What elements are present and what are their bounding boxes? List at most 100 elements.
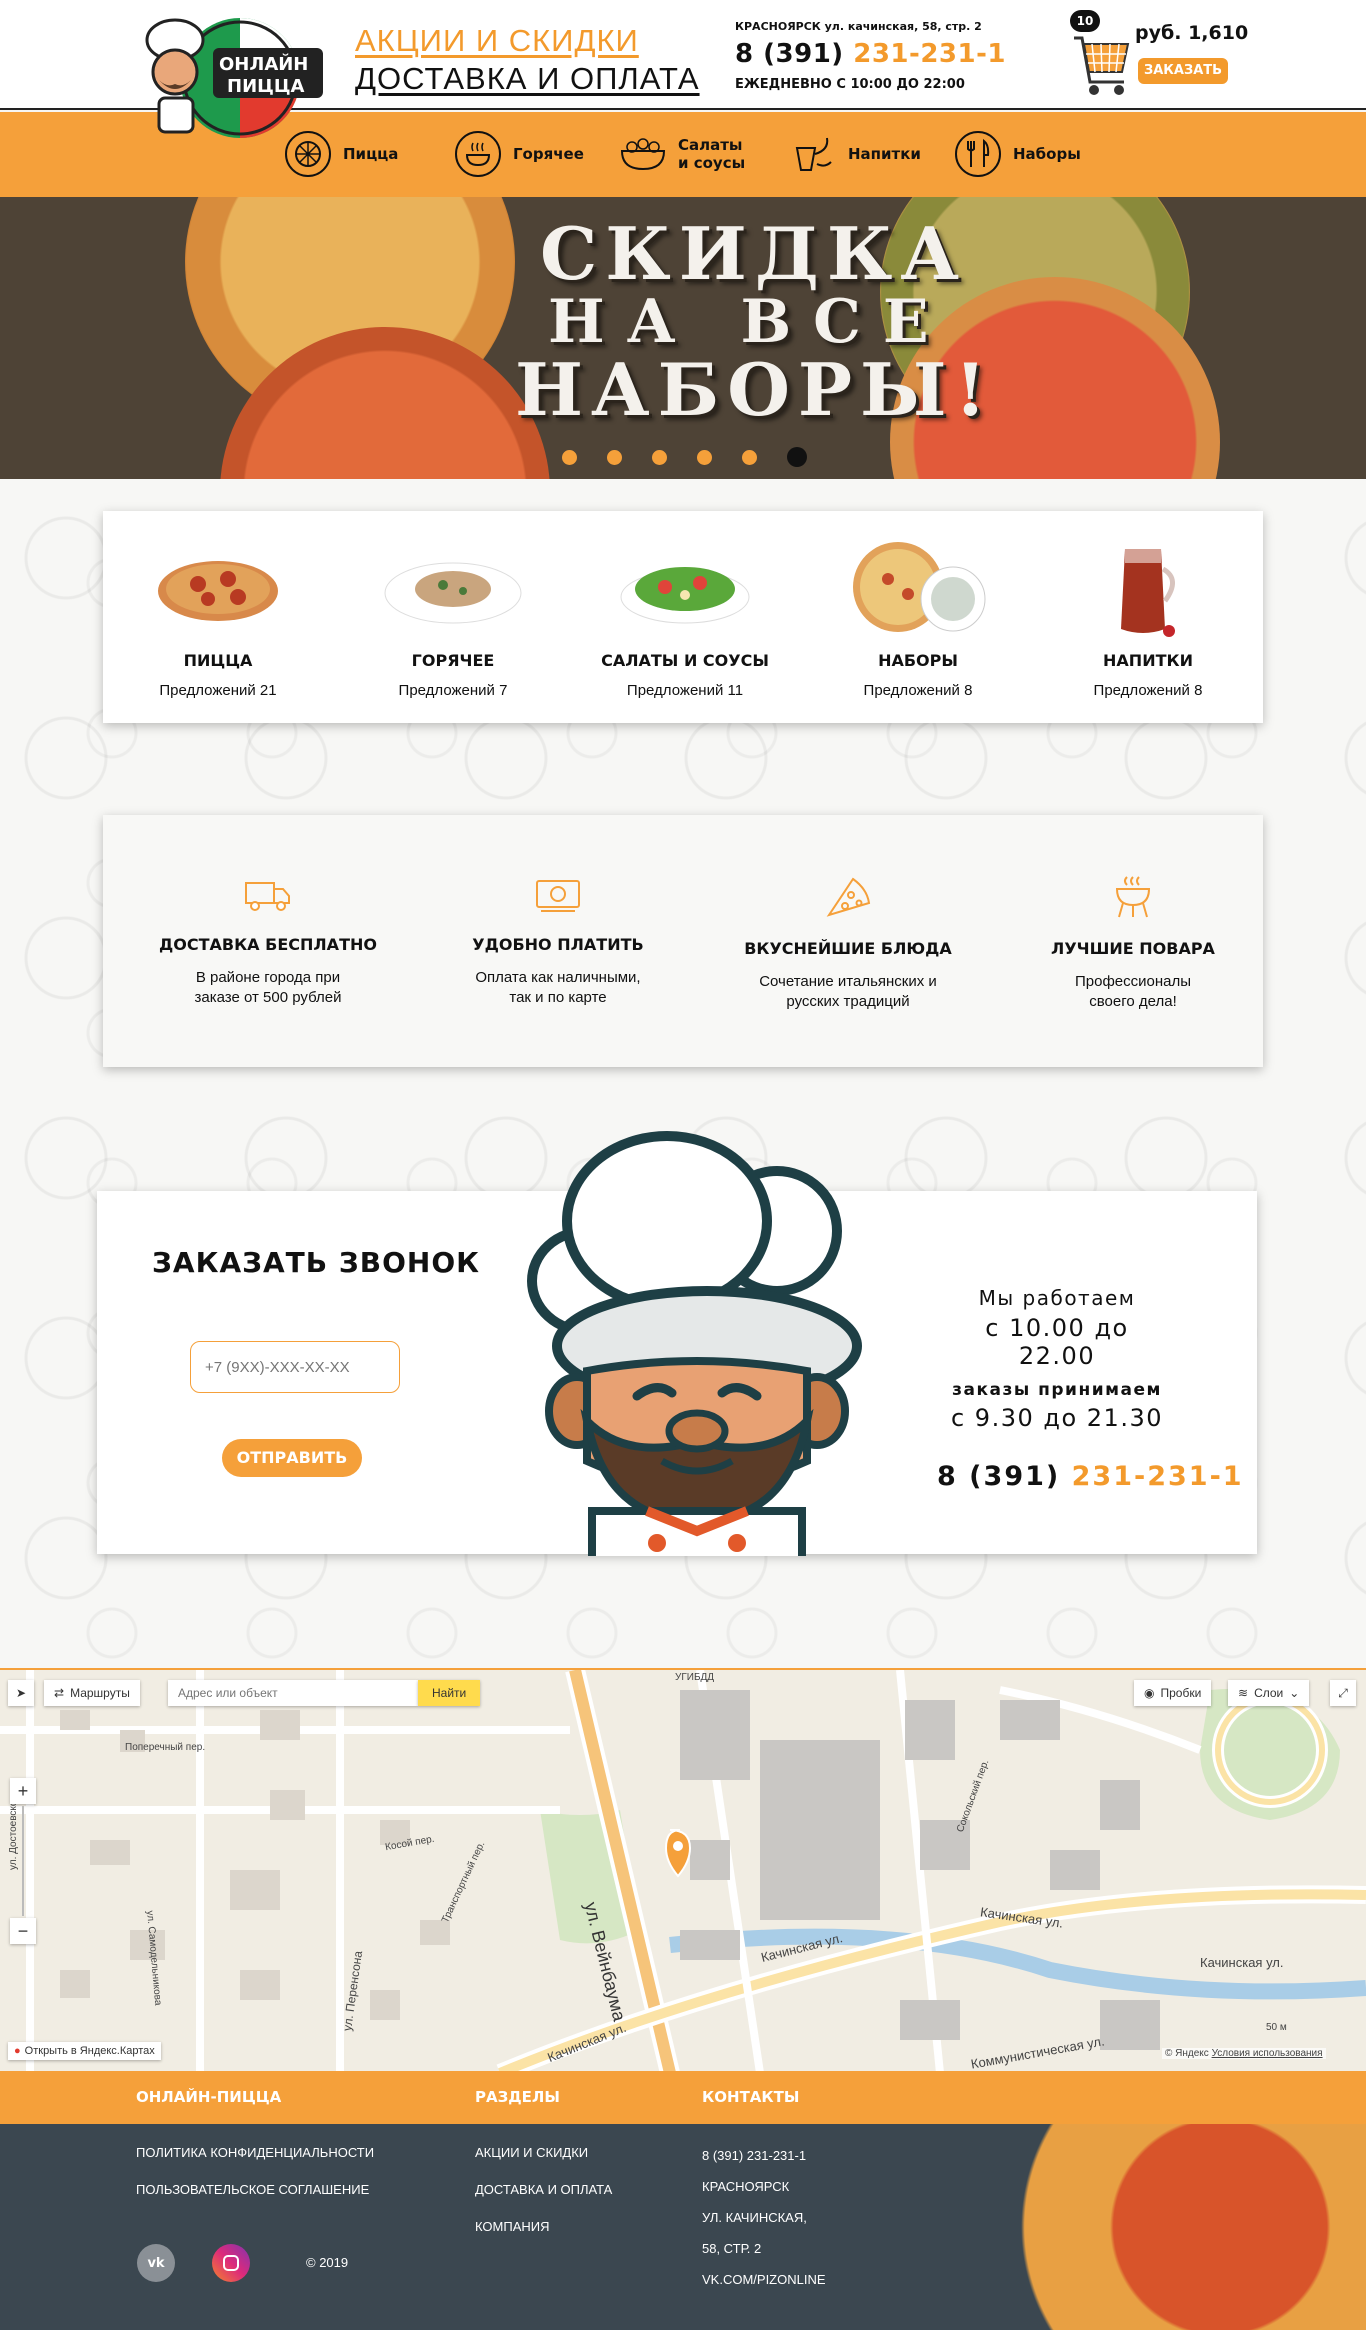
category-salads[interactable]: САЛАТЫ И СОУСЫ Предложений 11 <box>570 539 800 699</box>
category-drinks[interactable]: НАПИТКИ Предложений 8 <box>1033 539 1263 699</box>
category-count: Предложений 7 <box>398 682 508 699</box>
feature-delivery: ДОСТАВКА БЕСПЛАТНО В районе города при за… <box>138 875 398 1008</box>
slider-dot[interactable] <box>697 449 712 465</box>
geolocation-button[interactable]: ➤ <box>8 1680 34 1706</box>
salad-icon <box>620 131 666 177</box>
nav-label: Наборы <box>1013 145 1081 163</box>
categories-card: ПИЦЦА Предложений 21 ГОРЯЧЕЕ Предложений… <box>103 511 1263 723</box>
zoom-in-button[interactable]: + <box>10 1778 36 1804</box>
footer-contact: КРАСНОЯРСК <box>702 2179 790 2194</box>
map-search-input[interactable] <box>168 1680 418 1706</box>
order-button[interactable]: ЗАКАЗАТЬ <box>1138 58 1228 84</box>
payment-icon <box>536 880 580 912</box>
nav-item-salads[interactable]: Салаты и соусы <box>620 127 758 181</box>
footer-heading: КОНТАКТЫ <box>702 2088 800 2106</box>
zoom-slider[interactable] <box>22 1806 24 1916</box>
category-count: Предложений 11 <box>626 682 744 699</box>
logo[interactable]: ОНЛАЙН ПИЦЦА <box>135 10 340 140</box>
category-title: НАБОРЫ <box>878 651 958 670</box>
footer-contact: 58, СТР. 2 <box>702 2241 762 2256</box>
layers-button[interactable]: ≋ Слои ⌄ <box>1228 1680 1310 1706</box>
category-hot[interactable]: ГОРЯЧЕЕ Предложений 7 <box>338 539 568 699</box>
send-button[interactable]: ОТПРАВИТЬ <box>222 1439 362 1477</box>
feature-dishes: ВКУСНЕЙШИЕ БЛЮДА Сочетание итальянских и… <box>718 875 978 1012</box>
slider-dot[interactable] <box>742 449 757 465</box>
instagram-icon <box>223 2255 239 2271</box>
zoom-out-button[interactable]: − <box>10 1918 36 1944</box>
nav-item-sets[interactable]: Наборы <box>955 127 1081 181</box>
instagram-button[interactable] <box>212 2244 250 2282</box>
slider-dot[interactable] <box>562 449 577 465</box>
features-card: ДОСТАВКА БЕСПЛАТНО В районе города при за… <box>103 815 1263 1067</box>
layers-label: Слои <box>1254 1686 1284 1700</box>
footer-headings: ОНЛАЙН-ПИЦЦА РАЗДЕЛЫ КОНТАКТЫ <box>0 2071 1366 2124</box>
phone-input[interactable] <box>190 1341 400 1393</box>
banner-title-line-1: СКИДКА <box>540 211 967 296</box>
delivery-link[interactable]: ДОСТАВКА И ОПЛАТА <box>355 60 700 98</box>
header-phone[interactable]: 8 (391) 231-231-1 <box>735 39 1006 69</box>
privacy-link[interactable]: ПОЛИТИКА КОНФИДЕНЦИАЛЬНОСТИ <box>136 2145 374 2160</box>
footer-section-link[interactable]: АКЦИИ И СКИДКИ <box>475 2145 588 2160</box>
category-sets[interactable]: НАБОРЫ Предложений 8 <box>803 539 1033 699</box>
logo-text-1: ОНЛАЙН <box>219 54 309 75</box>
category-count: Предложений 21 <box>159 682 277 699</box>
footer-section-link[interactable]: КОМПАНИЯ <box>475 2219 550 2234</box>
footer-contact[interactable]: 8 (391) 231-231-1 <box>702 2148 806 2163</box>
category-title: ГОРЯЧЕЕ <box>411 651 495 670</box>
feature-text: Оплата как наличными, так и по карте <box>475 969 641 1006</box>
traffic-icon: ◉ <box>1144 1686 1155 1700</box>
feature-text: Профессионалы своего дела! <box>1074 973 1192 1010</box>
slider-dot[interactable] <box>607 449 622 465</box>
cart-button[interactable]: 10 <box>1070 10 1135 100</box>
map-copyright: © Яндекс Условия использования <box>1162 2048 1326 2059</box>
hot-dish-icon <box>455 131 501 177</box>
route-icon: ⇄ <box>54 1686 65 1700</box>
hot-dish-image <box>338 539 568 639</box>
routes-label: Маршруты <box>70 1686 130 1700</box>
slider-dot[interactable] <box>652 449 667 465</box>
map-marker-icon: ● <box>14 2045 21 2057</box>
nav-label: Напитки <box>848 145 921 163</box>
phone-prefix: 8 (391) <box>937 1461 1061 1492</box>
nav-label: Пицца <box>343 145 399 163</box>
callback-phone[interactable]: 8 (391) 231-231-1 <box>937 1461 1244 1492</box>
copyright: © 2019 <box>306 2255 349 2270</box>
plus-icon: + <box>17 1780 29 1801</box>
working-hours-block: Мы работаем с 10.00 до 22.00 заказы прин… <box>947 1286 1167 1432</box>
footer-section-link[interactable]: ДОСТАВКА И ОПЛАТА <box>475 2182 612 2197</box>
agreement-link[interactable]: ПОЛЬЗОВАТЕЛЬСКОЕ СОГЛАШЕНИЕ <box>136 2182 369 2197</box>
phone-number: 231-231-1 <box>1071 1461 1244 1492</box>
nav-label: Салаты и соусы <box>678 136 746 172</box>
map-scale: 50 м <box>1266 2022 1287 2033</box>
work-line-1: Мы работаем <box>978 1286 1136 1310</box>
minus-icon: − <box>17 1920 29 1941</box>
vk-button[interactable]: vk <box>137 2244 175 2282</box>
salad-image <box>570 539 800 639</box>
nav-item-drinks[interactable]: Напитки <box>790 127 921 181</box>
feature-text: Сочетание итальянских и русских традиций <box>759 973 937 1010</box>
phone-number: 231-231-1 <box>853 39 1006 69</box>
street-label: Качинская ул. <box>1200 1955 1284 1970</box>
feature-title: ЛУЧШИЕ ПОВАРА <box>1051 939 1215 958</box>
yandex-map[interactable]: ул. Вейнбаума Качинская ул. Качинская ул… <box>0 1668 1366 2071</box>
fullscreen-button[interactable]: ⤢ <box>1330 1680 1356 1706</box>
phone-prefix: 8 (391) <box>735 39 844 69</box>
drinks-image <box>1033 539 1263 639</box>
sales-link[interactable]: АКЦИИ И СКИДКИ <box>355 22 700 60</box>
pizza-image <box>103 539 333 639</box>
promo-banner[interactable]: СКИДКА НА ВСЕ НАБОРЫ! <box>0 197 1366 479</box>
routes-button[interactable]: ⇄ Маршруты <box>44 1680 140 1706</box>
map-find-button[interactable]: Найти <box>418 1680 481 1706</box>
footer-pizza-image <box>880 2124 1366 2330</box>
category-pizza[interactable]: ПИЦЦА Предложений 21 <box>103 539 333 699</box>
nav-item-hot[interactable]: Горячее <box>455 127 584 181</box>
footer-contact[interactable]: VK.COM/PIZONLINE <box>702 2272 826 2287</box>
header-links: АКЦИИ И СКИДКИ ДОСТАВКА И ОПЛАТА <box>355 22 700 98</box>
street-label: Поперечный пер. <box>125 1742 206 1753</box>
open-in-yandex-link[interactable]: ● Открыть в Яндекс.Картах <box>8 2042 161 2060</box>
category-count: Предложений 8 <box>1093 682 1203 699</box>
slider-dot-active[interactable] <box>787 447 807 467</box>
traffic-button[interactable]: ◉ Пробки <box>1134 1680 1212 1706</box>
terms-link[interactable]: Условия использования <box>1212 2048 1323 2059</box>
work-line-2: с 10.00 до 22.00 <box>985 1314 1129 1370</box>
